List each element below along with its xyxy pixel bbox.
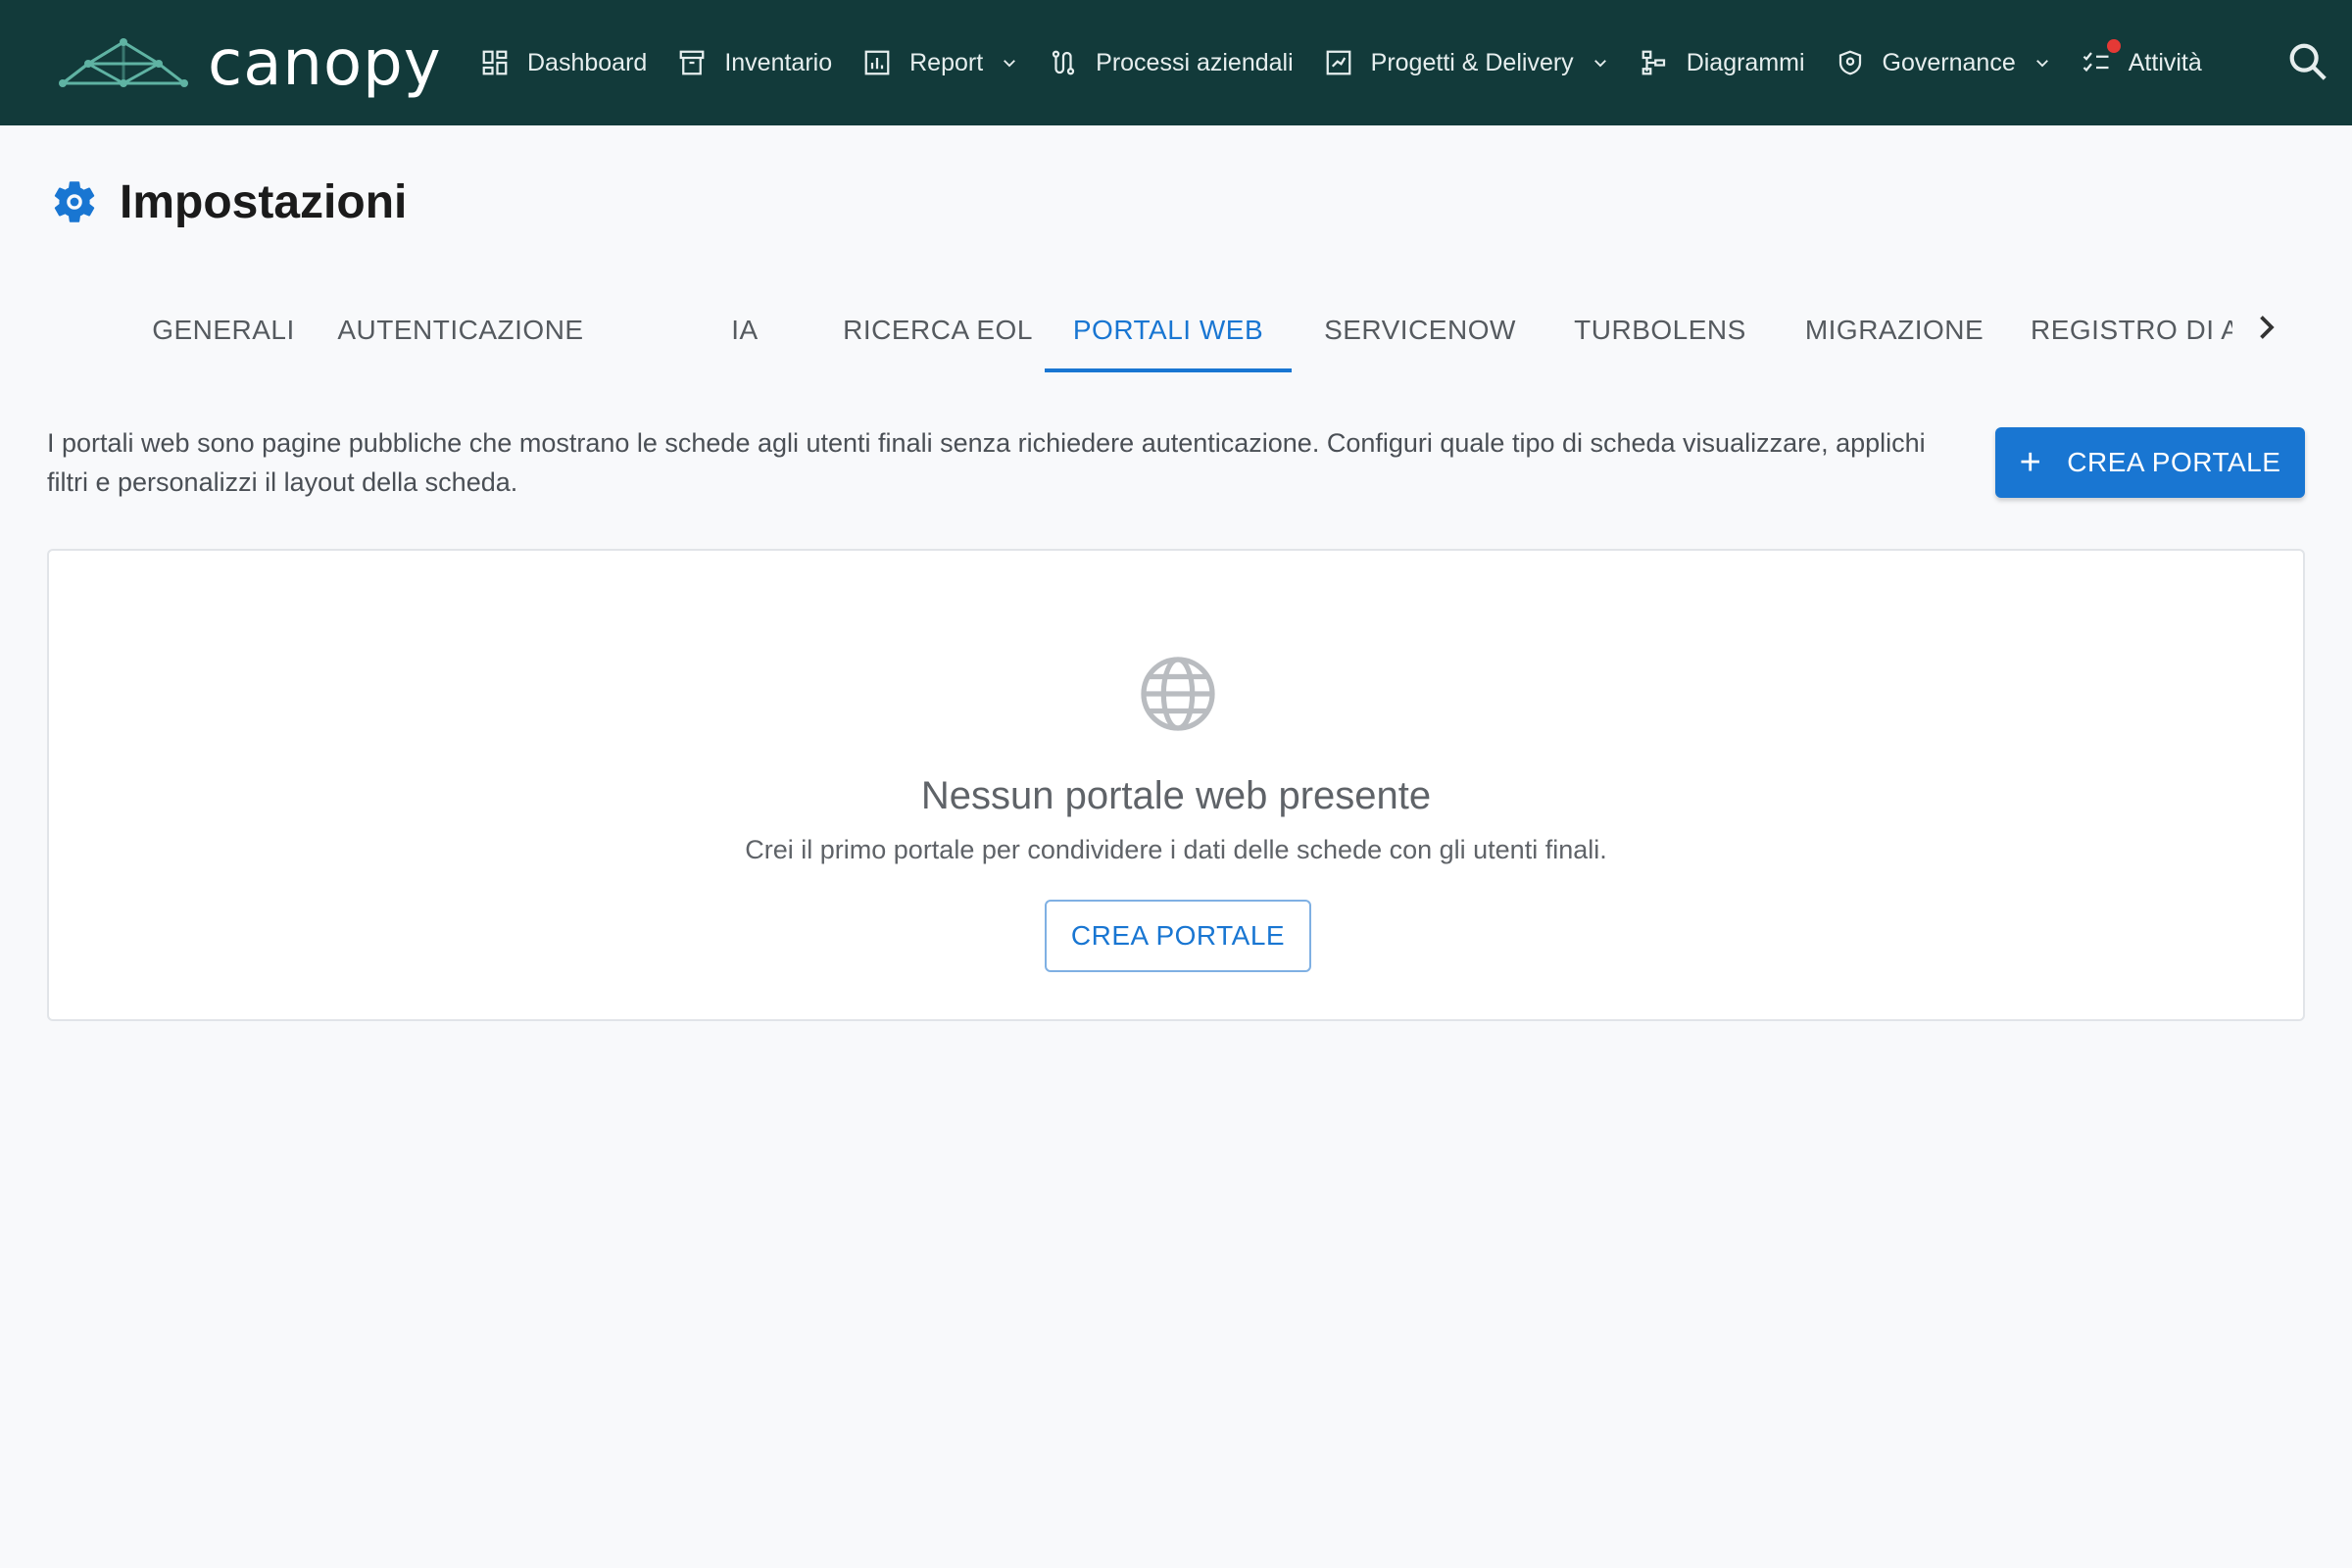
- nav-label: Dashboard: [527, 48, 648, 76]
- globe-icon: [1141, 657, 1215, 731]
- nav-label: Diagrammi: [1686, 48, 1805, 76]
- nav-label: Governance: [1882, 48, 2016, 76]
- page-title: Impostazioni: [120, 175, 408, 228]
- route-icon: [1053, 50, 1075, 75]
- tab-ricerca-eol[interactable]: RICERCA EOL: [825, 290, 1051, 370]
- active-tab-indicator: [1045, 368, 1292, 372]
- hierarchy-icon: [1642, 50, 1665, 75]
- bar-chart-icon: [864, 50, 890, 75]
- shield-icon: [1838, 50, 1861, 75]
- search-icon[interactable]: [2285, 39, 2330, 84]
- settings-tabs: GENERALI AUTENTICAZIONE IA RICERCA EOL P…: [125, 290, 2281, 374]
- tab-autenticazione[interactable]: AUTENTICAZIONE: [333, 290, 588, 370]
- tab-portali-web[interactable]: PORTALI WEB: [1045, 290, 1292, 370]
- empty-state-card: Nessun portale web presente Crei il prim…: [47, 549, 2305, 1021]
- app-name: canopy: [208, 27, 442, 100]
- tab-registro[interactable]: REGISTRO DI A: [2031, 290, 2232, 370]
- notification-badge: [2106, 39, 2121, 53]
- nav-item-governance[interactable]: Governance: [1836, 33, 2051, 92]
- chevron-down-icon: [2035, 60, 2048, 68]
- nav-item-progetti-delivery[interactable]: Progetti & Delivery: [1324, 33, 1609, 92]
- gear-icon: [54, 181, 95, 222]
- chevron-right-icon[interactable]: [2248, 310, 2283, 345]
- create-portal-button[interactable]: + CREA PORTALE: [1995, 427, 2305, 498]
- nav-label: Progetti & Delivery: [1370, 48, 1574, 76]
- app-logo[interactable]: canopy: [59, 29, 442, 98]
- tab-generali[interactable]: GENERALI: [125, 290, 321, 370]
- nav-label: Attività: [2128, 48, 2202, 76]
- empty-state-subtitle: Crei il primo portale per condividere i …: [745, 835, 1607, 864]
- checklist-icon: [2082, 52, 2109, 73]
- archive-icon: [679, 50, 705, 75]
- nav-item-processi-aziendali[interactable]: Processi aziendali: [1049, 33, 1294, 92]
- empty-state-title: Nessun portale web presente: [920, 774, 1432, 817]
- main-nav: Dashboard Inventario Report Processi azi…: [480, 0, 2232, 125]
- chevron-down-icon: [1593, 60, 1606, 68]
- nav-item-dashboard[interactable]: Dashboard: [480, 33, 647, 92]
- nav-item-report[interactable]: Report: [862, 33, 1018, 92]
- plus-icon: +: [2019, 442, 2042, 483]
- nav-item-inventario[interactable]: Inventario: [677, 33, 832, 92]
- page-header: Impostazioni: [49, 172, 407, 231]
- chevron-down-icon: [1004, 60, 1016, 68]
- section-description: I portali web sono pagine pubbliche che …: [47, 428, 1926, 497]
- canopy-logo-icon: [59, 36, 188, 91]
- tab-migrazione[interactable]: MIGRAZIONE: [1772, 290, 2017, 370]
- create-first-portal-button[interactable]: CREA PORTALE: [1045, 900, 1311, 972]
- nav-label: Report: [909, 48, 984, 76]
- nav-item-attivita[interactable]: Attività: [2082, 33, 2202, 92]
- top-navigation-bar: canopy Dashboard Inventario Report Proce…: [0, 0, 2352, 125]
- nav-item-diagrammi[interactable]: Diagrammi: [1640, 33, 1805, 92]
- tab-ia[interactable]: IA: [647, 290, 843, 370]
- button-label: CREA PORTALE: [2067, 447, 2281, 477]
- project-board-icon: [1326, 50, 1351, 75]
- nav-label: Inventario: [724, 48, 833, 76]
- tab-servicenow[interactable]: SERVICENOW: [1298, 290, 1543, 370]
- nav-label: Processi aziendali: [1096, 48, 1294, 76]
- tab-turbolens[interactable]: TURBOLENS: [1543, 290, 1778, 370]
- dashboard-icon: [482, 50, 508, 75]
